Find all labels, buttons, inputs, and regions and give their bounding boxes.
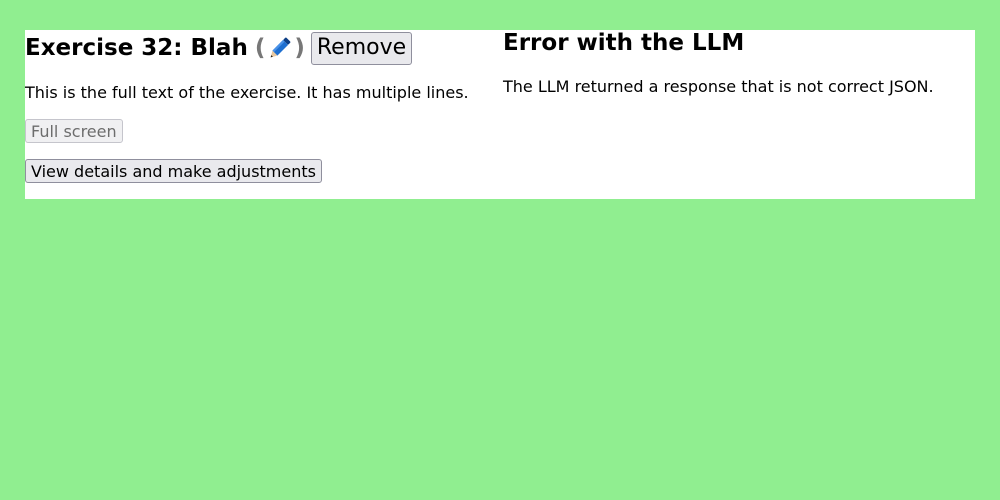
error-message: The LLM returned a response that is not … (503, 77, 934, 96)
pencil-icon[interactable] (266, 35, 293, 62)
remove-button[interactable]: Remove (310, 31, 413, 65)
exercise-title: Exercise 32: Blah (25, 35, 248, 61)
edit-title-control: ( ) (255, 35, 305, 62)
edit-close-paren: ) (294, 35, 305, 61)
exercise-text: This is the full text of the exercise. I… (25, 83, 469, 102)
edit-open-paren: ( (254, 35, 266, 61)
view-details-button[interactable]: View details and make adjustments (25, 159, 322, 183)
error-title: Error with the LLM (503, 30, 745, 56)
full-screen-button: Full screen (25, 119, 123, 143)
exercise-heading: Exercise 32: Blah ( ) Remove (25, 31, 413, 65)
exercise-panel: Exercise 32: Blah ( ) Remove This is the… (25, 30, 975, 199)
